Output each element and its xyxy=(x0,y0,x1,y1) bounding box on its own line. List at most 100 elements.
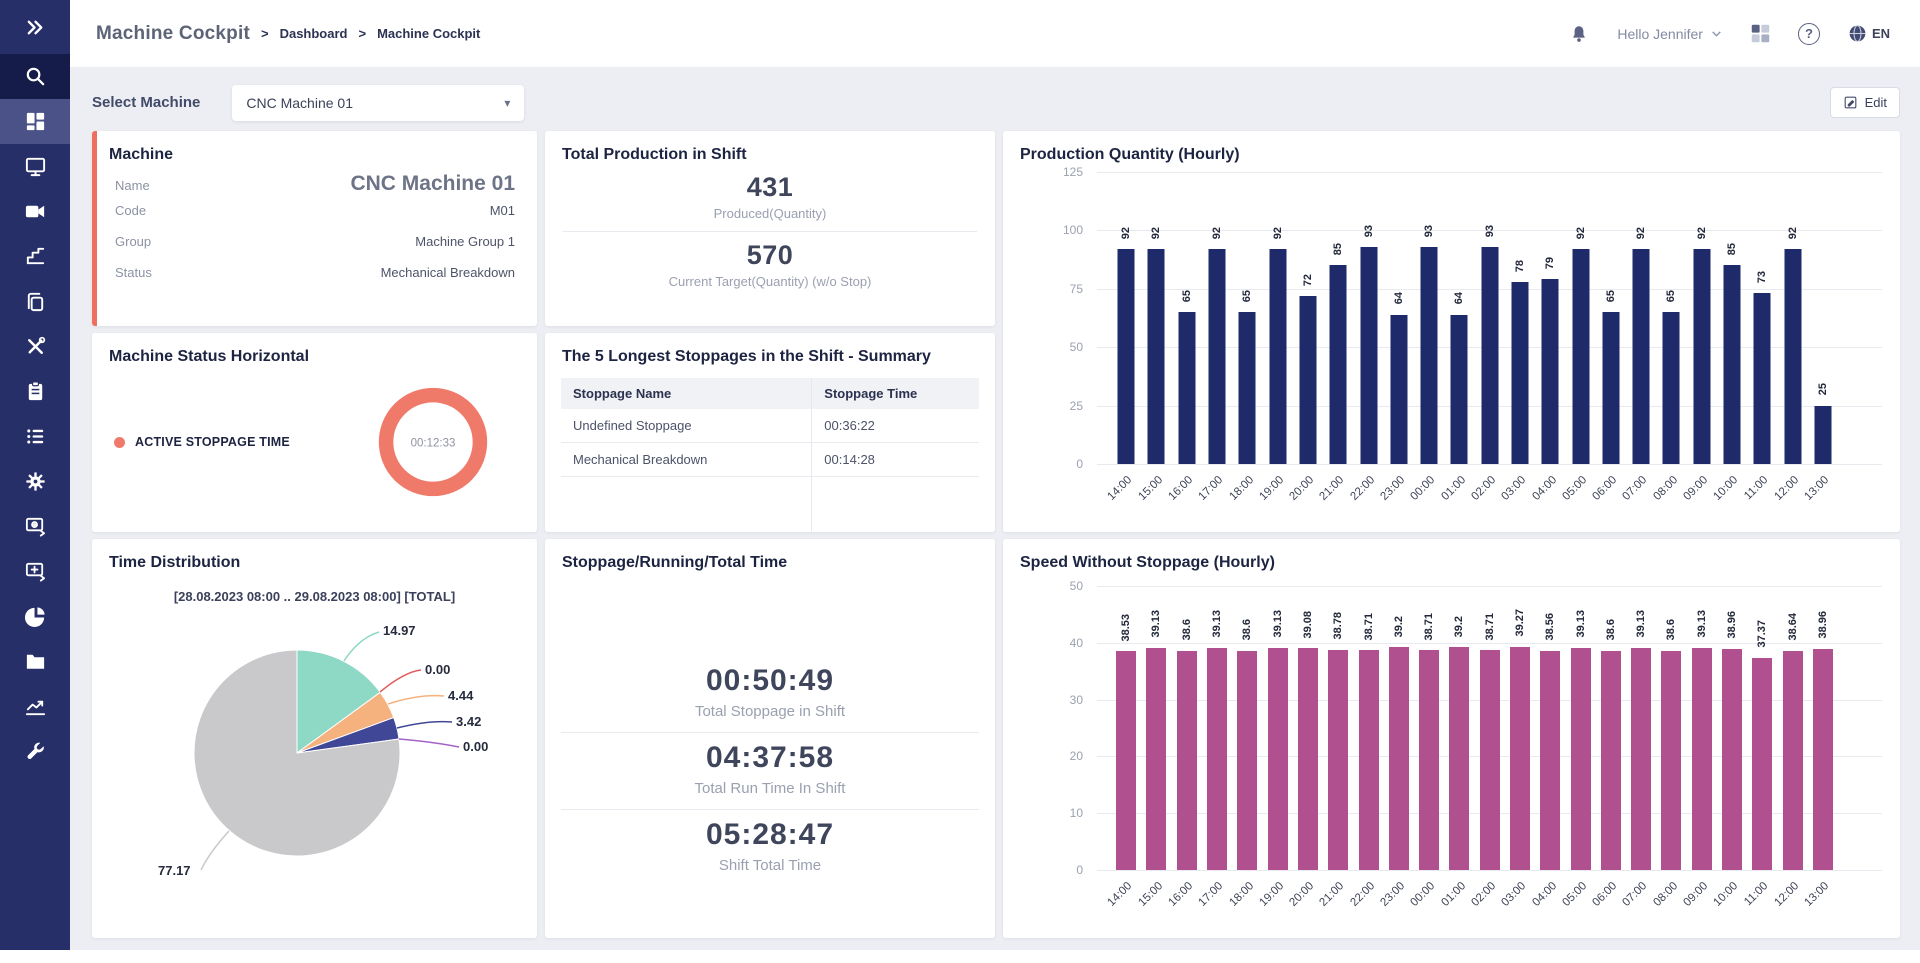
bar[interactable] xyxy=(1783,651,1803,870)
bar-value-label: 39.13 xyxy=(1211,610,1223,638)
bar[interactable] xyxy=(1692,648,1712,870)
pie-leader-line xyxy=(201,831,229,870)
bar-slot: 39.223:00 xyxy=(1384,586,1414,870)
y-tick-label: 25 xyxy=(1019,399,1083,413)
bar-value-label: 38.78 xyxy=(1332,612,1344,640)
x-axis-label: 06:00 xyxy=(1591,474,1620,503)
x-axis-label: 12:00 xyxy=(1772,880,1801,909)
bar[interactable] xyxy=(1269,249,1286,464)
bar[interactable] xyxy=(1451,315,1468,465)
bar[interactable] xyxy=(1814,406,1831,464)
bar[interactable] xyxy=(1663,312,1680,464)
bar[interactable] xyxy=(1722,649,1742,870)
machine-select-value: CNC Machine 01 xyxy=(246,95,353,111)
bar[interactable] xyxy=(1239,312,1256,464)
bar[interactable] xyxy=(1601,651,1621,870)
bar[interactable] xyxy=(1419,650,1439,870)
bar[interactable] xyxy=(1661,651,1681,870)
bar[interactable] xyxy=(1480,650,1500,870)
sidebar-item-video[interactable] xyxy=(0,189,70,234)
bar[interactable] xyxy=(1359,650,1379,870)
bar[interactable] xyxy=(1389,647,1409,870)
bar-value-label: 65 xyxy=(1665,290,1677,302)
x-axis-label: 15:00 xyxy=(1136,880,1165,909)
bar[interactable] xyxy=(1481,247,1498,464)
notification-bell-icon[interactable] xyxy=(1568,23,1590,45)
sidebar-item-wrench[interactable] xyxy=(0,729,70,774)
bar[interactable] xyxy=(1146,648,1166,870)
stoppage-time-cell: 00:14:28 xyxy=(812,443,979,477)
bar[interactable] xyxy=(1813,649,1833,870)
language-selector[interactable]: EN xyxy=(1847,23,1890,44)
bar[interactable] xyxy=(1512,282,1529,464)
user-menu[interactable]: Hello Jennifer xyxy=(1617,26,1723,42)
bar[interactable] xyxy=(1298,648,1318,870)
bar[interactable] xyxy=(1178,312,1195,464)
y-tick-label: 30 xyxy=(1019,693,1083,707)
sidebar-item-copy[interactable] xyxy=(0,279,70,324)
machine-name-value: CNC Machine 01 xyxy=(350,172,515,196)
bar[interactable] xyxy=(1571,648,1591,870)
bar-value-label: 39.13 xyxy=(1150,610,1162,638)
bar[interactable] xyxy=(1784,249,1801,464)
bar[interactable] xyxy=(1631,648,1651,870)
bar[interactable] xyxy=(1633,249,1650,464)
pie-value-label: 0.00 xyxy=(463,739,488,754)
tools-icon xyxy=(24,335,47,358)
sidebar-item-clipboard[interactable] xyxy=(0,369,70,414)
sidebar-item-list[interactable] xyxy=(0,414,70,459)
total-stoppage-item: 00:50:49 Total Stoppage in Shift xyxy=(561,656,979,732)
sidebar-expand-button[interactable] xyxy=(0,0,70,54)
bar[interactable] xyxy=(1449,647,1469,870)
sidebar-item-tools[interactable] xyxy=(0,324,70,369)
bar[interactable] xyxy=(1390,315,1407,465)
bar[interactable] xyxy=(1118,249,1135,464)
bar[interactable] xyxy=(1237,651,1257,870)
bar[interactable] xyxy=(1299,296,1316,464)
bar[interactable] xyxy=(1540,651,1560,870)
pie-slices xyxy=(194,650,400,856)
edit-button[interactable]: Edit xyxy=(1830,87,1900,118)
bar-value-label: 38.71 xyxy=(1484,613,1496,641)
bar[interactable] xyxy=(1693,249,1710,464)
bar[interactable] xyxy=(1360,247,1377,464)
sidebar-item-monitor[interactable] xyxy=(0,144,70,189)
sidebar-item-monitor-settings[interactable] xyxy=(0,504,70,549)
bar[interactable] xyxy=(1724,265,1741,464)
bar[interactable] xyxy=(1328,650,1348,870)
sidebar-item-step-chart[interactable] xyxy=(0,234,70,279)
table-row[interactable]: Undefined Stoppage 00:36:22 xyxy=(561,409,979,443)
sidebar-item-settings[interactable] xyxy=(0,459,70,504)
bar[interactable] xyxy=(1148,249,1165,464)
bar[interactable] xyxy=(1421,247,1438,464)
apps-grid-icon[interactable] xyxy=(1750,23,1771,44)
bar[interactable] xyxy=(1177,651,1197,870)
sidebar-item-trend-chart[interactable] xyxy=(0,684,70,729)
bar-slot: 6516:00 xyxy=(1172,172,1202,464)
machine-select[interactable]: CNC Machine 01 ▾ xyxy=(232,85,524,121)
help-icon[interactable]: ? xyxy=(1798,23,1820,45)
sidebar-item-pie-chart[interactable] xyxy=(0,594,70,639)
bar-value-label: 38.6 xyxy=(1665,619,1677,640)
sidebar-item-dashboard[interactable] xyxy=(0,99,70,144)
bar[interactable] xyxy=(1602,312,1619,464)
bar[interactable] xyxy=(1209,249,1226,464)
breadcrumb-machine-cockpit[interactable]: Machine Cockpit xyxy=(377,26,480,41)
bar[interactable] xyxy=(1207,648,1227,870)
bar[interactable] xyxy=(1510,647,1530,870)
bottom-scrollbar-track[interactable] xyxy=(0,950,1920,963)
bar-value-label: 92 xyxy=(1575,227,1587,239)
bar[interactable] xyxy=(1754,293,1771,464)
bar[interactable] xyxy=(1116,651,1136,870)
sidebar-item-folder[interactable] xyxy=(0,639,70,684)
bar[interactable] xyxy=(1268,648,1288,870)
sidebar-item-monitor-add[interactable] xyxy=(0,549,70,594)
bar[interactable] xyxy=(1572,249,1589,464)
bar-slot: 39.2703:00 xyxy=(1505,586,1535,870)
bar[interactable] xyxy=(1752,658,1772,870)
table-row[interactable]: Mechanical Breakdown 00:14:28 xyxy=(561,443,979,477)
breadcrumb-dashboard[interactable]: Dashboard xyxy=(280,26,348,41)
sidebar-item-search[interactable] xyxy=(0,54,70,99)
bar[interactable] xyxy=(1330,265,1347,464)
bar[interactable] xyxy=(1542,279,1559,464)
